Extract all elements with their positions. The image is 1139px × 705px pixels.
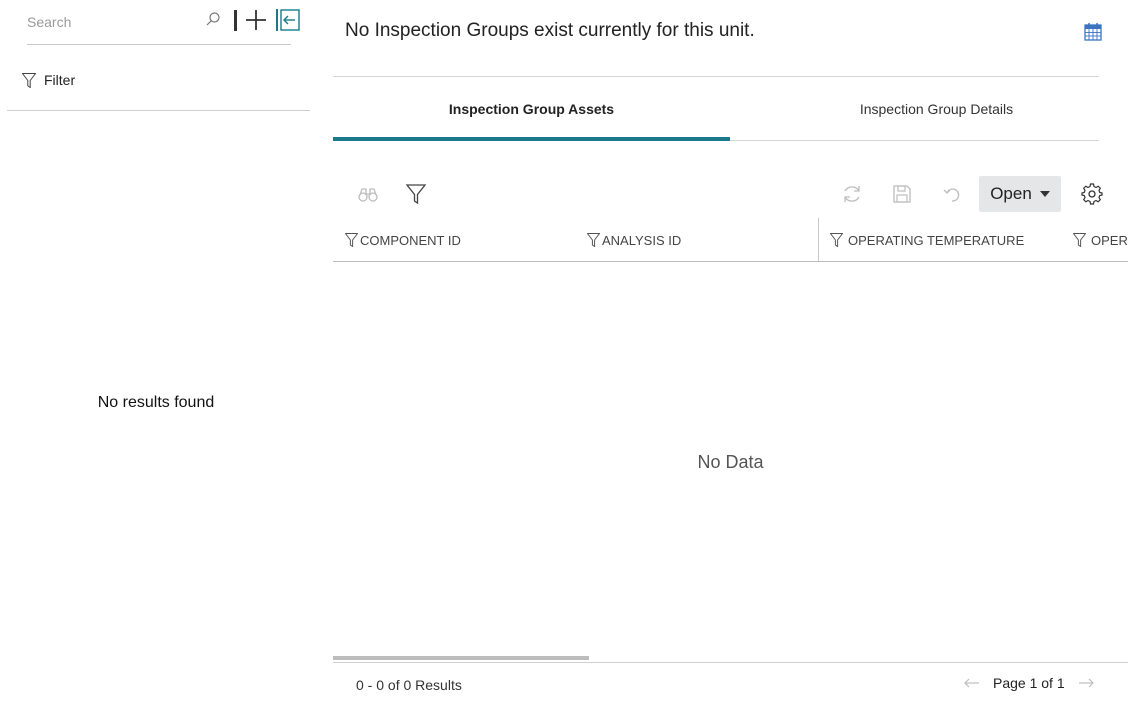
next-page-icon[interactable] <box>1077 674 1095 692</box>
tab-label: Inspection Group Details <box>859 101 1014 117</box>
save-icon[interactable] <box>891 183 913 205</box>
empty-results-message: No results found <box>97 394 215 411</box>
column-label: ANALYSIS ID <box>602 232 682 248</box>
grid-header: COMPONENT ID ANALYSIS ID OPERATING TEMPE… <box>333 218 1128 262</box>
column-header-operating-temperature[interactable]: OPERATING TEMPERATURE <box>830 218 1025 261</box>
undo-icon[interactable] <box>941 183 963 205</box>
toolbar-separator <box>234 10 237 31</box>
main-panel: No Inspection Groups exist currently for… <box>333 0 1139 705</box>
column-header-analysis-id[interactable]: ANALYSIS ID <box>587 218 682 261</box>
page-indicator: Page 1 of 1 <box>993 675 1065 691</box>
search-bar <box>27 0 300 45</box>
add-icon[interactable] <box>245 9 267 31</box>
column-header-component-id[interactable]: COMPONENT ID <box>345 218 461 261</box>
column-label: COMPONENT ID <box>360 232 461 248</box>
no-data-message: No Data <box>697 452 764 472</box>
results-count: 0 - 0 of 0 Results <box>356 677 462 693</box>
refresh-icon[interactable] <box>841 183 863 205</box>
tab-bar: Inspection Group Assets Inspection Group… <box>333 77 1099 141</box>
filter-label: Filter <box>44 72 76 88</box>
previous-page-icon[interactable] <box>963 674 981 692</box>
pager: Page 1 of 1 <box>963 674 1095 692</box>
calendar-icon[interactable] <box>1083 22 1103 42</box>
open-button-label: Open <box>990 184 1032 203</box>
tab-inspection-group-details[interactable]: Inspection Group Details <box>738 77 1135 141</box>
filter-icon <box>22 72 36 88</box>
caret-down-icon <box>1039 191 1050 197</box>
divider <box>7 110 310 111</box>
scrollbar-thumb[interactable] <box>333 656 589 660</box>
filter-icon[interactable] <box>405 183 427 205</box>
search-icon[interactable] <box>205 11 221 27</box>
column-filter-icon[interactable] <box>345 233 358 247</box>
tab-label: Inspection Group Assets <box>448 101 615 117</box>
column-header-oper[interactable]: OPER <box>1073 218 1128 261</box>
column-filter-icon[interactable] <box>587 233 600 247</box>
filter-toggle[interactable]: Filter <box>22 68 75 92</box>
active-tab-indicator <box>333 137 730 141</box>
column-filter-icon[interactable] <box>1073 233 1086 247</box>
divider <box>333 662 1128 663</box>
binoculars-icon[interactable] <box>357 183 379 205</box>
column-filter-icon[interactable] <box>830 233 843 247</box>
grid-toolbar: Open <box>333 175 1139 213</box>
column-label: OPER <box>1091 232 1128 248</box>
page-notice: No Inspection Groups exist currently for… <box>345 20 755 41</box>
left-panel: Filter No results found <box>0 0 312 705</box>
search-input[interactable] <box>27 10 187 34</box>
open-dropdown-button[interactable]: Open <box>979 176 1061 212</box>
tab-inspection-group-assets[interactable]: Inspection Group Assets <box>333 77 730 141</box>
column-label: OPERATING TEMPERATURE <box>848 232 1025 248</box>
gear-icon[interactable] <box>1081 183 1103 205</box>
column-divider[interactable] <box>818 218 819 261</box>
collapse-panel-icon[interactable] <box>275 7 301 33</box>
